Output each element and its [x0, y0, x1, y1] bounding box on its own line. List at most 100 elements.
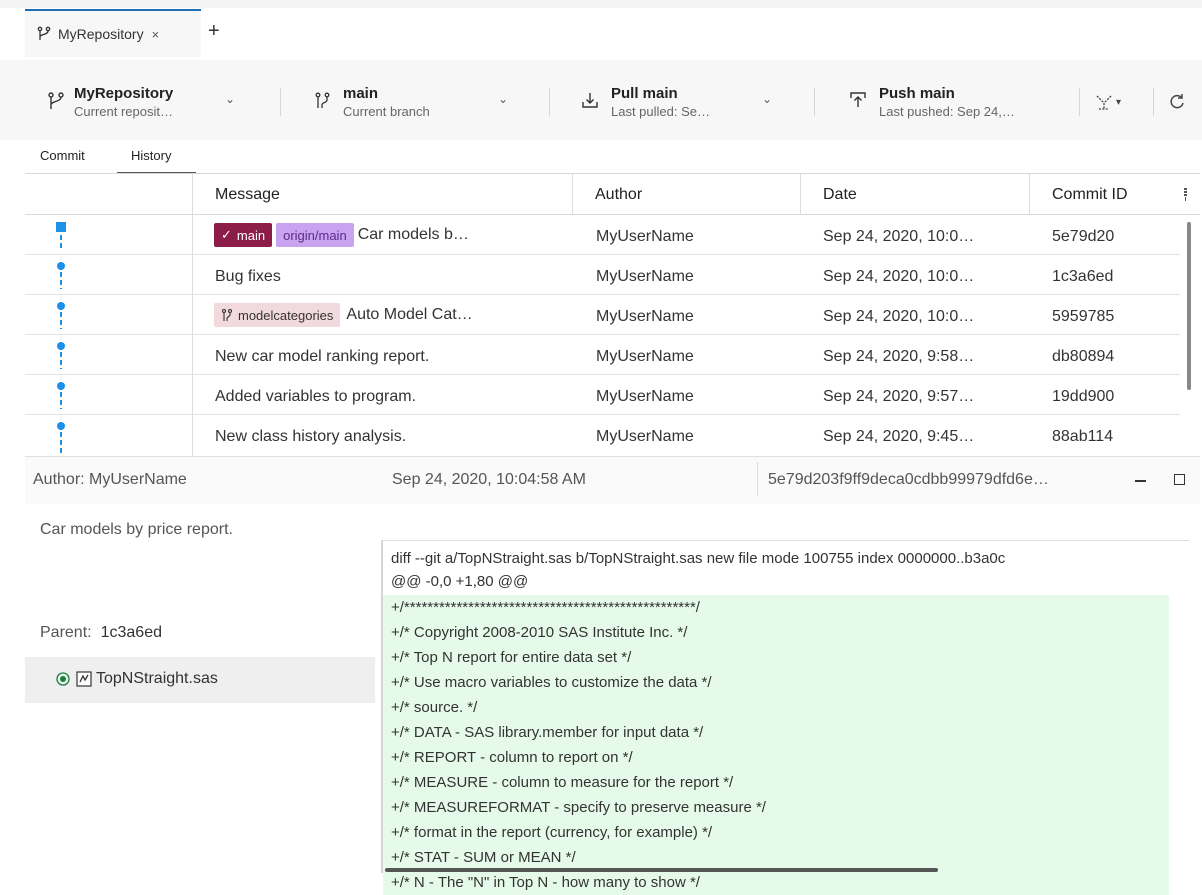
diff-horizontal-scrollbar[interactable]: [385, 868, 938, 872]
tab-myrepository[interactable]: MyRepository ×: [25, 9, 201, 57]
commit-author: MyUserName: [596, 388, 694, 405]
commit-message: New car model ranking report.: [215, 348, 430, 365]
branch-icon: [315, 92, 330, 108]
commit-message: Bug fixes: [215, 268, 281, 285]
branch-subtitle: Current branch: [343, 104, 430, 119]
commit-full-id: 5e79d203f9ff9deca0cdbb99979dfd6e…: [768, 471, 1049, 488]
badge-label: modelcategories: [238, 307, 334, 323]
commit-date: Sep 24, 2020, 10:0…: [823, 268, 975, 285]
badge-label: main: [236, 227, 266, 243]
diff-added-line: +/* N - The "N" in Top N - how many to s…: [383, 870, 1169, 895]
repository-selector[interactable]: MyRepository Current reposit…: [46, 85, 173, 120]
commit-id: db80894: [1052, 348, 1115, 365]
diff-added-line: +/* DATA - SAS library.member for input …: [383, 720, 1169, 745]
commit-author: MyUserName: [596, 268, 694, 285]
changed-file-row[interactable]: TopNStraight.sas: [56, 670, 218, 688]
divider: [280, 88, 281, 116]
merge-icon: [1096, 95, 1112, 110]
divider: [1153, 88, 1154, 116]
column-divider: [572, 173, 573, 215]
file-name: TopNStraight.sas: [96, 670, 218, 687]
commit-message: Added variables to program.: [215, 388, 416, 405]
pull-title: Pull main: [611, 85, 678, 102]
push-button[interactable]: Push main Last pushed: Sep 24,…: [848, 85, 1015, 120]
diff-header: diff --git a/TopNStraight.sas b/TopNStra…: [391, 550, 1006, 567]
minimize-icon[interactable]: [1135, 480, 1146, 482]
check-icon: ✓: [221, 227, 232, 242]
commit-author: MyUserName: [596, 348, 694, 365]
commit-node: [57, 382, 65, 390]
column-header-message[interactable]: Message: [215, 186, 280, 204]
branch-badge: modelcategories: [214, 303, 341, 327]
parent-commit-link[interactable]: 1c3a6ed: [101, 624, 162, 642]
column-header-author[interactable]: Author: [595, 186, 642, 204]
diff-added-line: +/**************************************…: [383, 595, 1169, 620]
push-icon: [850, 92, 866, 107]
commit-node: [57, 422, 65, 430]
commit-date-detail: Sep 24, 2020, 10:04:58 AM: [392, 471, 586, 488]
top-strip: [0, 0, 1202, 8]
tab-label: MyRepository: [58, 26, 144, 42]
commit-message-detail: Car models by price report.: [40, 521, 233, 538]
refresh-icon[interactable]: [1168, 93, 1186, 111]
divider: [549, 88, 550, 116]
chevron-down-icon: ▾: [1116, 96, 1122, 108]
current-branch-badge: ✓ main: [214, 223, 273, 247]
pull-subtitle: Last pulled: Se…: [611, 104, 711, 119]
commit-graph: [56, 222, 66, 456]
diff-added-line: +/* Top N report for entire data set */: [383, 645, 1169, 670]
branch-selector[interactable]: main Current branch: [313, 85, 430, 120]
file-added-icon: [56, 672, 70, 686]
tab-history[interactable]: History: [131, 148, 171, 163]
commit-message: Car models b…: [357, 226, 469, 243]
column-header-commit-id[interactable]: Commit ID: [1052, 186, 1128, 204]
table-scrollbar[interactable]: [1187, 222, 1191, 390]
commit-author: MyUserName: [596, 428, 694, 445]
merge-menu-button[interactable]: ▾: [1095, 94, 1121, 110]
commit-message: New class history analysis.: [215, 428, 407, 445]
diff-added-line: +/* STAT - SUM or MEAN */: [383, 845, 1169, 870]
column-options-icon[interactable]: [1182, 187, 1190, 203]
diff-added-line: +/* Copyright 2008-2010 SAS Institute In…: [383, 620, 1169, 645]
chevron-down-icon[interactable]: ⌄: [225, 92, 235, 106]
commit-date: Sep 24, 2020, 10:0…: [823, 228, 975, 245]
diff-viewer[interactable]: diff --git a/TopNStraight.sas b/TopNStra…: [381, 540, 1189, 895]
diff-added-line: +/* source. */: [383, 695, 1169, 720]
commit-id: 5e79d20: [1052, 228, 1115, 245]
branch-name: main: [343, 85, 379, 102]
diff-added-line: +/* MEASUREFORMAT - specify to preserve …: [383, 795, 1169, 820]
add-tab-button[interactable]: +: [208, 20, 220, 42]
commit-author-detail: Author: MyUserName: [33, 471, 187, 488]
commit-author: MyUserName: [596, 308, 694, 325]
push-subtitle: Last pushed: Sep 24,…: [879, 104, 1015, 119]
commit-date: Sep 24, 2020, 9:45…: [823, 428, 975, 445]
remote-branch-badge: origin/main: [276, 223, 354, 247]
parent-label: Parent:: [40, 624, 92, 641]
diff-added-line: +/* Use macro variables to customize the…: [383, 670, 1169, 695]
repository-subtitle: Current reposit…: [74, 104, 173, 119]
message-cell: ✓ main origin/main Car models b…: [214, 223, 469, 247]
pull-icon: [582, 93, 598, 108]
message-cell: modelcategories Auto Model Cat…: [214, 303, 473, 327]
commit-id: 88ab114: [1052, 428, 1114, 445]
pull-button[interactable]: Pull main Last pulled: Se…: [580, 85, 710, 120]
commit-date: Sep 24, 2020, 10:0…: [823, 308, 975, 325]
commit-node-head: [56, 222, 66, 232]
diff-added-line: +/* MEASURE - column to measure for the …: [383, 770, 1169, 795]
maximize-icon[interactable]: [1174, 474, 1185, 485]
column-divider: [800, 173, 801, 215]
repository-icon: [48, 92, 64, 109]
commit-id: 5959785: [1052, 308, 1115, 325]
tab-commit[interactable]: Commit: [40, 148, 85, 163]
diff-added-line: +/* format in the report (currency, for …: [383, 820, 1169, 845]
push-title: Push main: [879, 85, 955, 102]
chevron-down-icon[interactable]: ⌄: [762, 92, 772, 106]
commit-date: Sep 24, 2020, 9:58…: [823, 348, 975, 365]
chevron-down-icon[interactable]: ⌄: [498, 92, 508, 106]
column-header-date[interactable]: Date: [823, 186, 857, 204]
divider: [757, 462, 758, 496]
close-icon[interactable]: ×: [152, 27, 160, 42]
diff-hunk: @@ -0,0 +1,80 @@: [391, 573, 529, 590]
commit-id: 1c3a6ed: [1052, 268, 1114, 285]
diff-added-line: +/* REPORT - column to report on */: [383, 745, 1169, 770]
